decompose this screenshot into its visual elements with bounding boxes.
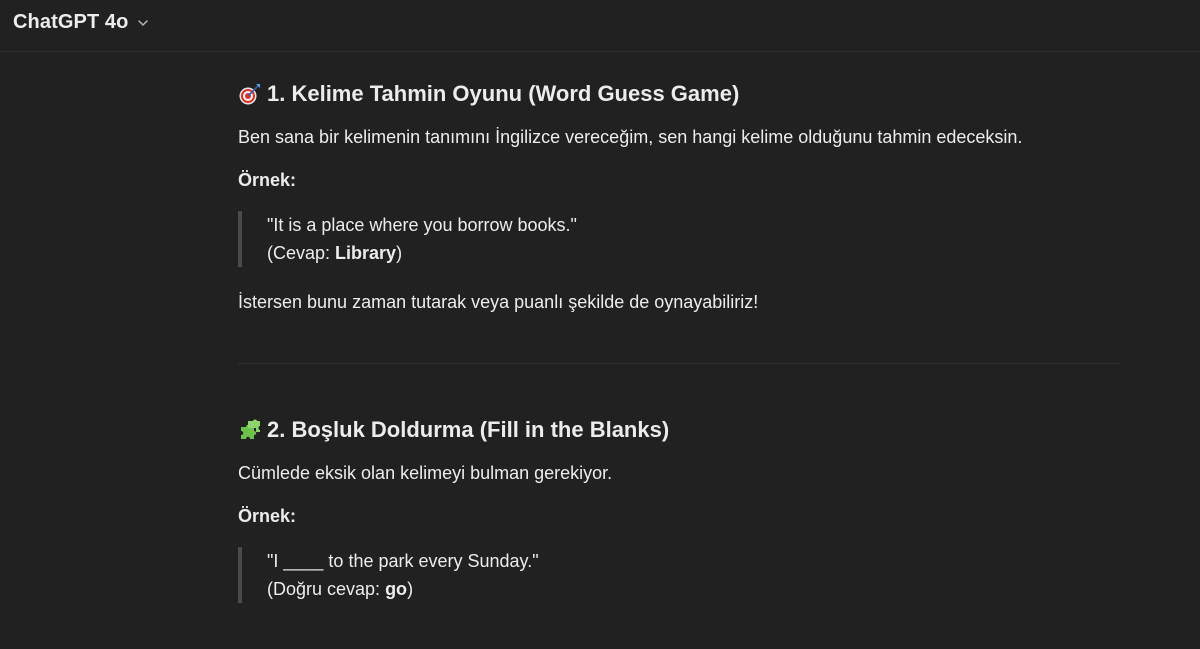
section-heading: 2. Boşluk Doldurma (Fill in the Blanks) [238,417,669,443]
section-title: 2. Boşluk Doldurma (Fill in the Blanks) [267,417,670,442]
section-heading: 1. Kelime Tahmin Oyunu (Word Guess Game) [238,81,739,107]
model-selector-button[interactable]: ChatGPT 4o [13,10,150,34]
dart-target-icon [239,84,260,105]
top-bar: ChatGPT 4o [0,0,1200,52]
section-note: İstersen bunu zaman tutarak veya puanlı … [238,292,759,312]
section-description: Ben sana bir kelimenin tanımını İngilizc… [238,127,1023,147]
answer-prefix: (Doğru cevap: [267,579,386,599]
section-title: 1. Kelime Tahmin Oyunu (Word Guess Game) [267,81,740,106]
section-description: Cümlede eksik olan kelimeyi bulman gerek… [238,463,613,483]
example-label: Örnek: [238,506,297,526]
section-divider [238,363,1120,364]
quote-sentence: "It is a place where you borrow books." [267,215,577,235]
chevron-down-icon [138,20,149,26]
puzzle-piece-icon [241,419,260,439]
answer-suffix: ) [396,243,403,263]
example-label: Örnek: [238,170,297,190]
answer-word: go [385,579,408,599]
quote-answer: (Cevap: Library) [267,239,577,267]
example-blockquote: "I ____ to the park every Sunday." (Doğr… [238,547,539,603]
answer-word: Library [335,243,397,263]
model-name: ChatGPT 4o [13,10,129,33]
answer-suffix: ) [407,579,414,599]
answer-prefix: (Cevap: [267,243,336,263]
example-blockquote: "It is a place where you borrow books." … [238,211,577,267]
quote-sentence: "I ____ to the park every Sunday." [267,551,539,571]
quote-answer: (Doğru cevap: go) [267,575,539,603]
